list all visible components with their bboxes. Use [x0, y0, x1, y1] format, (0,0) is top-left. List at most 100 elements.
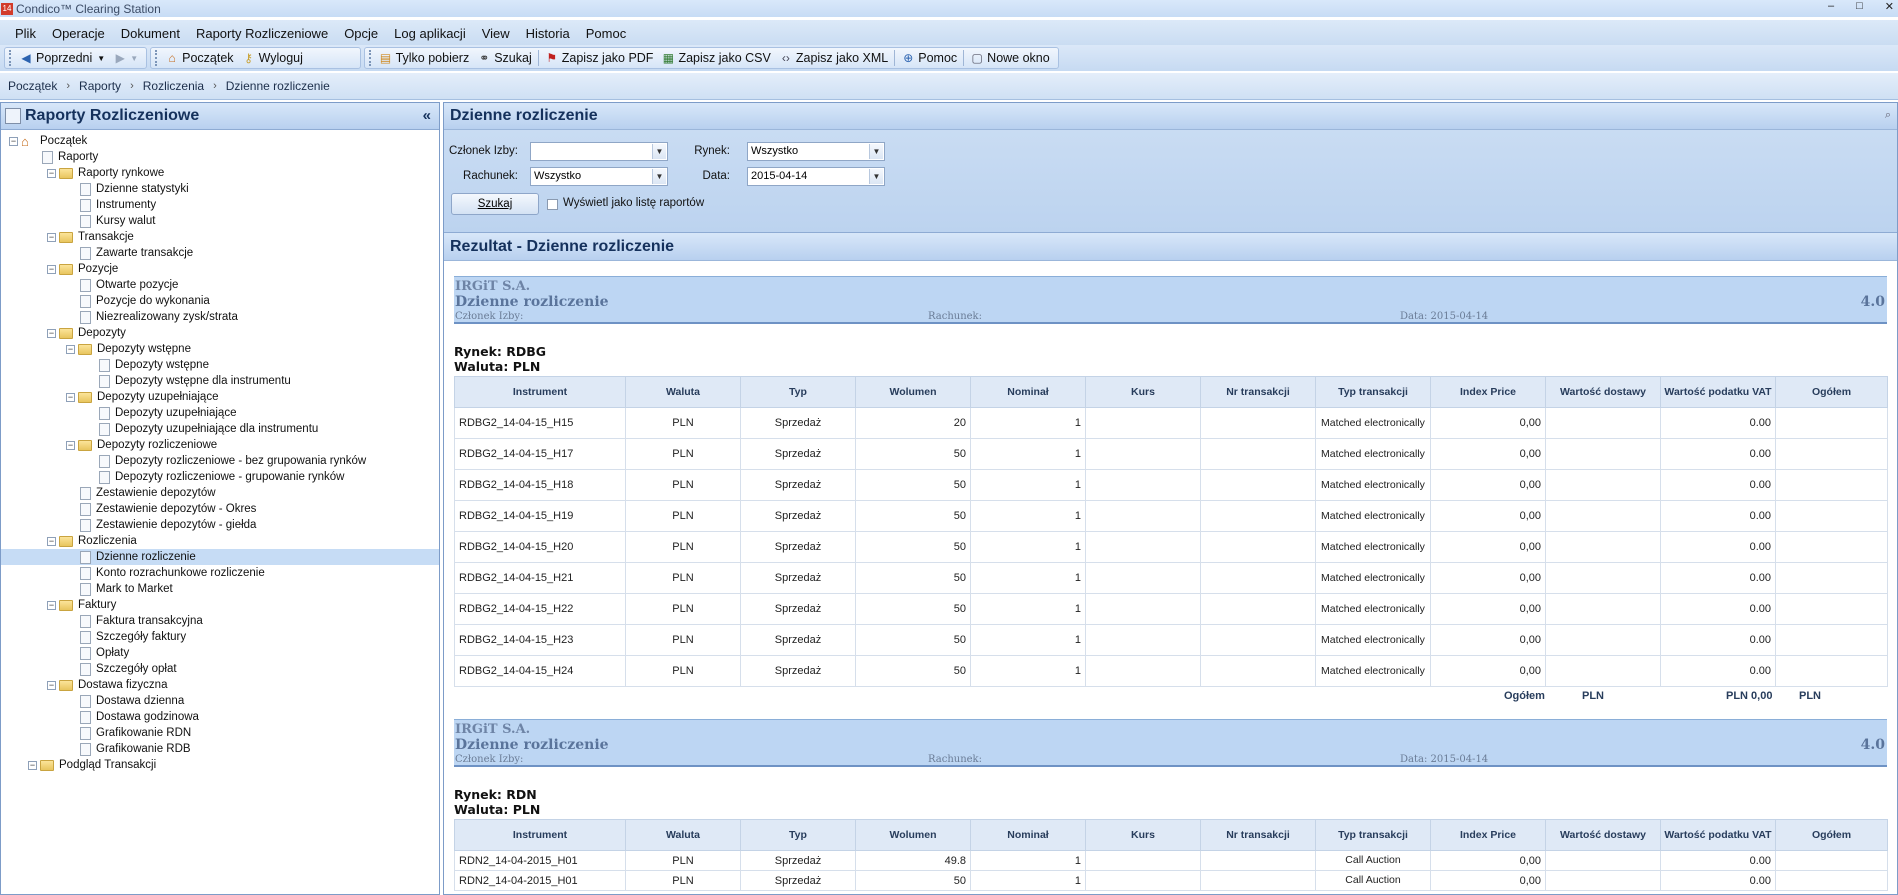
table-row[interactable]: RDBG2_14-04-15_H19 PLN Sprzedaż 50 1 Matched … — [454, 500, 1888, 532]
tree-item[interactable]: Pozycje do wykonania — [1, 293, 439, 309]
tree-item[interactable]: Szczegóły opłat — [1, 661, 439, 677]
breadcrumb-item[interactable]: Dzienne rozliczenie — [226, 79, 330, 93]
column-header[interactable]: Wartość dostawy — [1545, 819, 1661, 851]
close-button[interactable]: ✕ — [1885, 0, 1894, 13]
chevron-down-icon[interactable]: ▼ — [652, 144, 666, 159]
tree-item[interactable]: − Podgląd Transakcji — [1, 757, 439, 773]
column-header[interactable]: Typ transakcji — [1315, 819, 1431, 851]
collapse-toggle-icon[interactable]: − — [47, 536, 56, 546]
tree-item[interactable]: − Depozyty rozliczeniowe — [1, 437, 439, 453]
table-row[interactable]: RDBG2_14-04-15_H17 PLN Sprzedaż 50 1 Matched … — [454, 438, 1888, 470]
tree-item[interactable]: Mark to Market — [1, 581, 439, 597]
column-header[interactable]: Typ — [740, 819, 856, 851]
column-header[interactable]: Wolumen — [855, 376, 971, 408]
tree-item[interactable]: − ⌂ Początek — [1, 133, 439, 149]
tree-item[interactable]: − Depozyty wstępne — [1, 341, 439, 357]
collapse-toggle-icon[interactable]: − — [47, 232, 56, 242]
column-header[interactable]: Ogółem — [1775, 819, 1888, 851]
tree-item[interactable]: − Depozyty uzupełniające — [1, 389, 439, 405]
tree-item[interactable]: Dzienne rozliczenie — [1, 549, 439, 565]
column-header[interactable]: Wolumen — [855, 819, 971, 851]
column-header[interactable]: Wartość podatku VAT — [1660, 376, 1776, 408]
breadcrumb-item[interactable]: Początek — [8, 79, 57, 93]
tree-item[interactable]: Dzienne statystyki — [1, 181, 439, 197]
prev-button[interactable]: ◀ Poprzedni ▼ — [15, 48, 109, 68]
table-row[interactable]: RDN2_14-04-2015_H01 PLN Sprzedaż 49.8 1 Call … — [454, 850, 1888, 871]
save-pdf-button[interactable]: ⚑ Zapisz jako PDF — [541, 48, 658, 68]
tree-item[interactable]: Szczegóły faktury — [1, 629, 439, 645]
tree-item[interactable]: Zestawienie depozytów — [1, 485, 439, 501]
toolbar-grip[interactable] — [155, 50, 158, 66]
collapse-toggle-icon[interactable]: − — [47, 168, 56, 178]
menu-raporty-rozliczeniowe[interactable]: Raporty Rozliczeniowe — [188, 26, 336, 41]
maximize-button[interactable]: □ — [1856, 0, 1863, 13]
save-xml-button[interactable]: ‹› Zapisz jako XML — [775, 48, 892, 68]
tree-item[interactable]: Konto rozrachunkowe rozliczenie — [1, 565, 439, 581]
chevron-down-icon[interactable]: ▼ — [869, 169, 883, 184]
toolbar-grip[interactable] — [9, 50, 12, 66]
tree-item[interactable]: Faktura transakcyjna — [1, 613, 439, 629]
chevron-down-icon[interactable]: ▼ — [652, 169, 666, 184]
collapse-toggle-icon[interactable]: − — [47, 680, 56, 690]
market-select[interactable]: Wszystko ▼ — [747, 142, 885, 161]
collapse-toggle-icon[interactable]: − — [47, 264, 56, 274]
column-header[interactable]: Waluta — [625, 376, 741, 408]
column-header[interactable]: Waluta — [625, 819, 741, 851]
tree-item[interactable]: − Raporty rynkowe — [1, 165, 439, 181]
account-select[interactable]: Wszystko ▼ — [530, 167, 668, 186]
tree-item[interactable]: Dostawa dzienna — [1, 693, 439, 709]
logout-button[interactable]: ⚷ Wyloguj — [238, 48, 356, 68]
column-header[interactable]: Ogółem — [1775, 376, 1888, 408]
tree-item[interactable]: Grafikowanie RDB — [1, 741, 439, 757]
fetch-only-button[interactable]: ▤ Tylko pobierz — [375, 48, 474, 68]
tree-item[interactable]: − Pozycje — [1, 261, 439, 277]
column-header[interactable]: Wartość podatku VAT — [1660, 819, 1776, 851]
table-row[interactable]: RDBG2_14-04-15_H22 PLN Sprzedaż 50 1 Matched … — [454, 593, 1888, 625]
collapse-toggle-icon[interactable]: − — [66, 392, 75, 402]
menu-opcje[interactable]: Opcje — [336, 26, 386, 41]
toolbar-grip[interactable] — [368, 50, 372, 66]
search-button[interactable]: ⚭ Szukaj — [473, 48, 536, 68]
column-header[interactable]: Index Price — [1430, 376, 1546, 408]
menu-dokument[interactable]: Dokument — [113, 26, 188, 41]
menu-historia[interactable]: Historia — [518, 26, 578, 41]
magnifier-icon[interactable]: ⌕ — [1885, 109, 1891, 122]
column-header[interactable]: Nominał — [970, 819, 1086, 851]
collapse-toggle-icon[interactable]: − — [28, 760, 37, 770]
table-row[interactable]: RDBG2_14-04-15_H23 PLN Sprzedaż 50 1 Matched … — [454, 624, 1888, 656]
help-button[interactable]: ⊕ Pomoc — [897, 48, 961, 68]
collapse-toggle-icon[interactable]: − — [66, 344, 75, 354]
menu-pomoc[interactable]: Pomoc — [578, 26, 634, 41]
date-picker[interactable]: 2015-04-14 ▼ — [747, 167, 885, 186]
tree-item[interactable]: Depozyty wstępne dla instrumentu — [1, 373, 439, 389]
column-header[interactable]: Nr transakcji — [1200, 376, 1316, 408]
menu-view[interactable]: View — [474, 26, 518, 41]
column-header[interactable]: Typ — [740, 376, 856, 408]
tree-item[interactable]: Depozyty uzupełniające — [1, 405, 439, 421]
column-header[interactable]: Index Price — [1430, 819, 1546, 851]
column-header[interactable]: Nominał — [970, 376, 1086, 408]
tree-item[interactable]: − Depozyty — [1, 325, 439, 341]
chevron-down-icon[interactable]: ▼ — [869, 144, 883, 159]
column-header[interactable]: Kurs — [1085, 819, 1201, 851]
tree-item[interactable]: − Rozliczenia — [1, 533, 439, 549]
new-window-button[interactable]: ▢ Nowe okno — [966, 48, 1054, 68]
breadcrumb-item[interactable]: Rozliczenia — [143, 79, 204, 93]
tree-item[interactable]: Grafikowanie RDN — [1, 725, 439, 741]
column-header[interactable]: Typ transakcji — [1315, 376, 1431, 408]
tree-item[interactable]: Zawarte transakcje — [1, 245, 439, 261]
column-header[interactable]: Wartość dostawy — [1545, 376, 1661, 408]
table-row[interactable]: RDN2_14-04-2015_H01 PLN Sprzedaż 50 1 Call Au… — [454, 870, 1888, 891]
column-header[interactable]: Nr transakcji — [1200, 819, 1316, 851]
tree-item[interactable]: Depozyty uzupełniające dla instrumentu — [1, 421, 439, 437]
tree-item[interactable]: Depozyty rozliczeniowe - bez grupowania … — [1, 453, 439, 469]
table-row[interactable]: RDBG2_14-04-15_H24 PLN Sprzedaż 50 1 Matched … — [454, 655, 1888, 687]
tree-item[interactable]: Otwarte pozycje — [1, 277, 439, 293]
home-button[interactable]: ⌂ Początek — [161, 48, 237, 68]
breadcrumb-item[interactable]: Raporty — [79, 79, 121, 93]
tree-item[interactable]: Depozyty wstępne — [1, 357, 439, 373]
tree-item[interactable]: Zestawienie depozytów - Okres — [1, 501, 439, 517]
column-header[interactable]: Instrument — [454, 376, 626, 408]
tree-item[interactable]: − Dostawa fizyczna — [1, 677, 439, 693]
menu-log-aplikacji[interactable]: Log aplikacji — [386, 26, 474, 41]
